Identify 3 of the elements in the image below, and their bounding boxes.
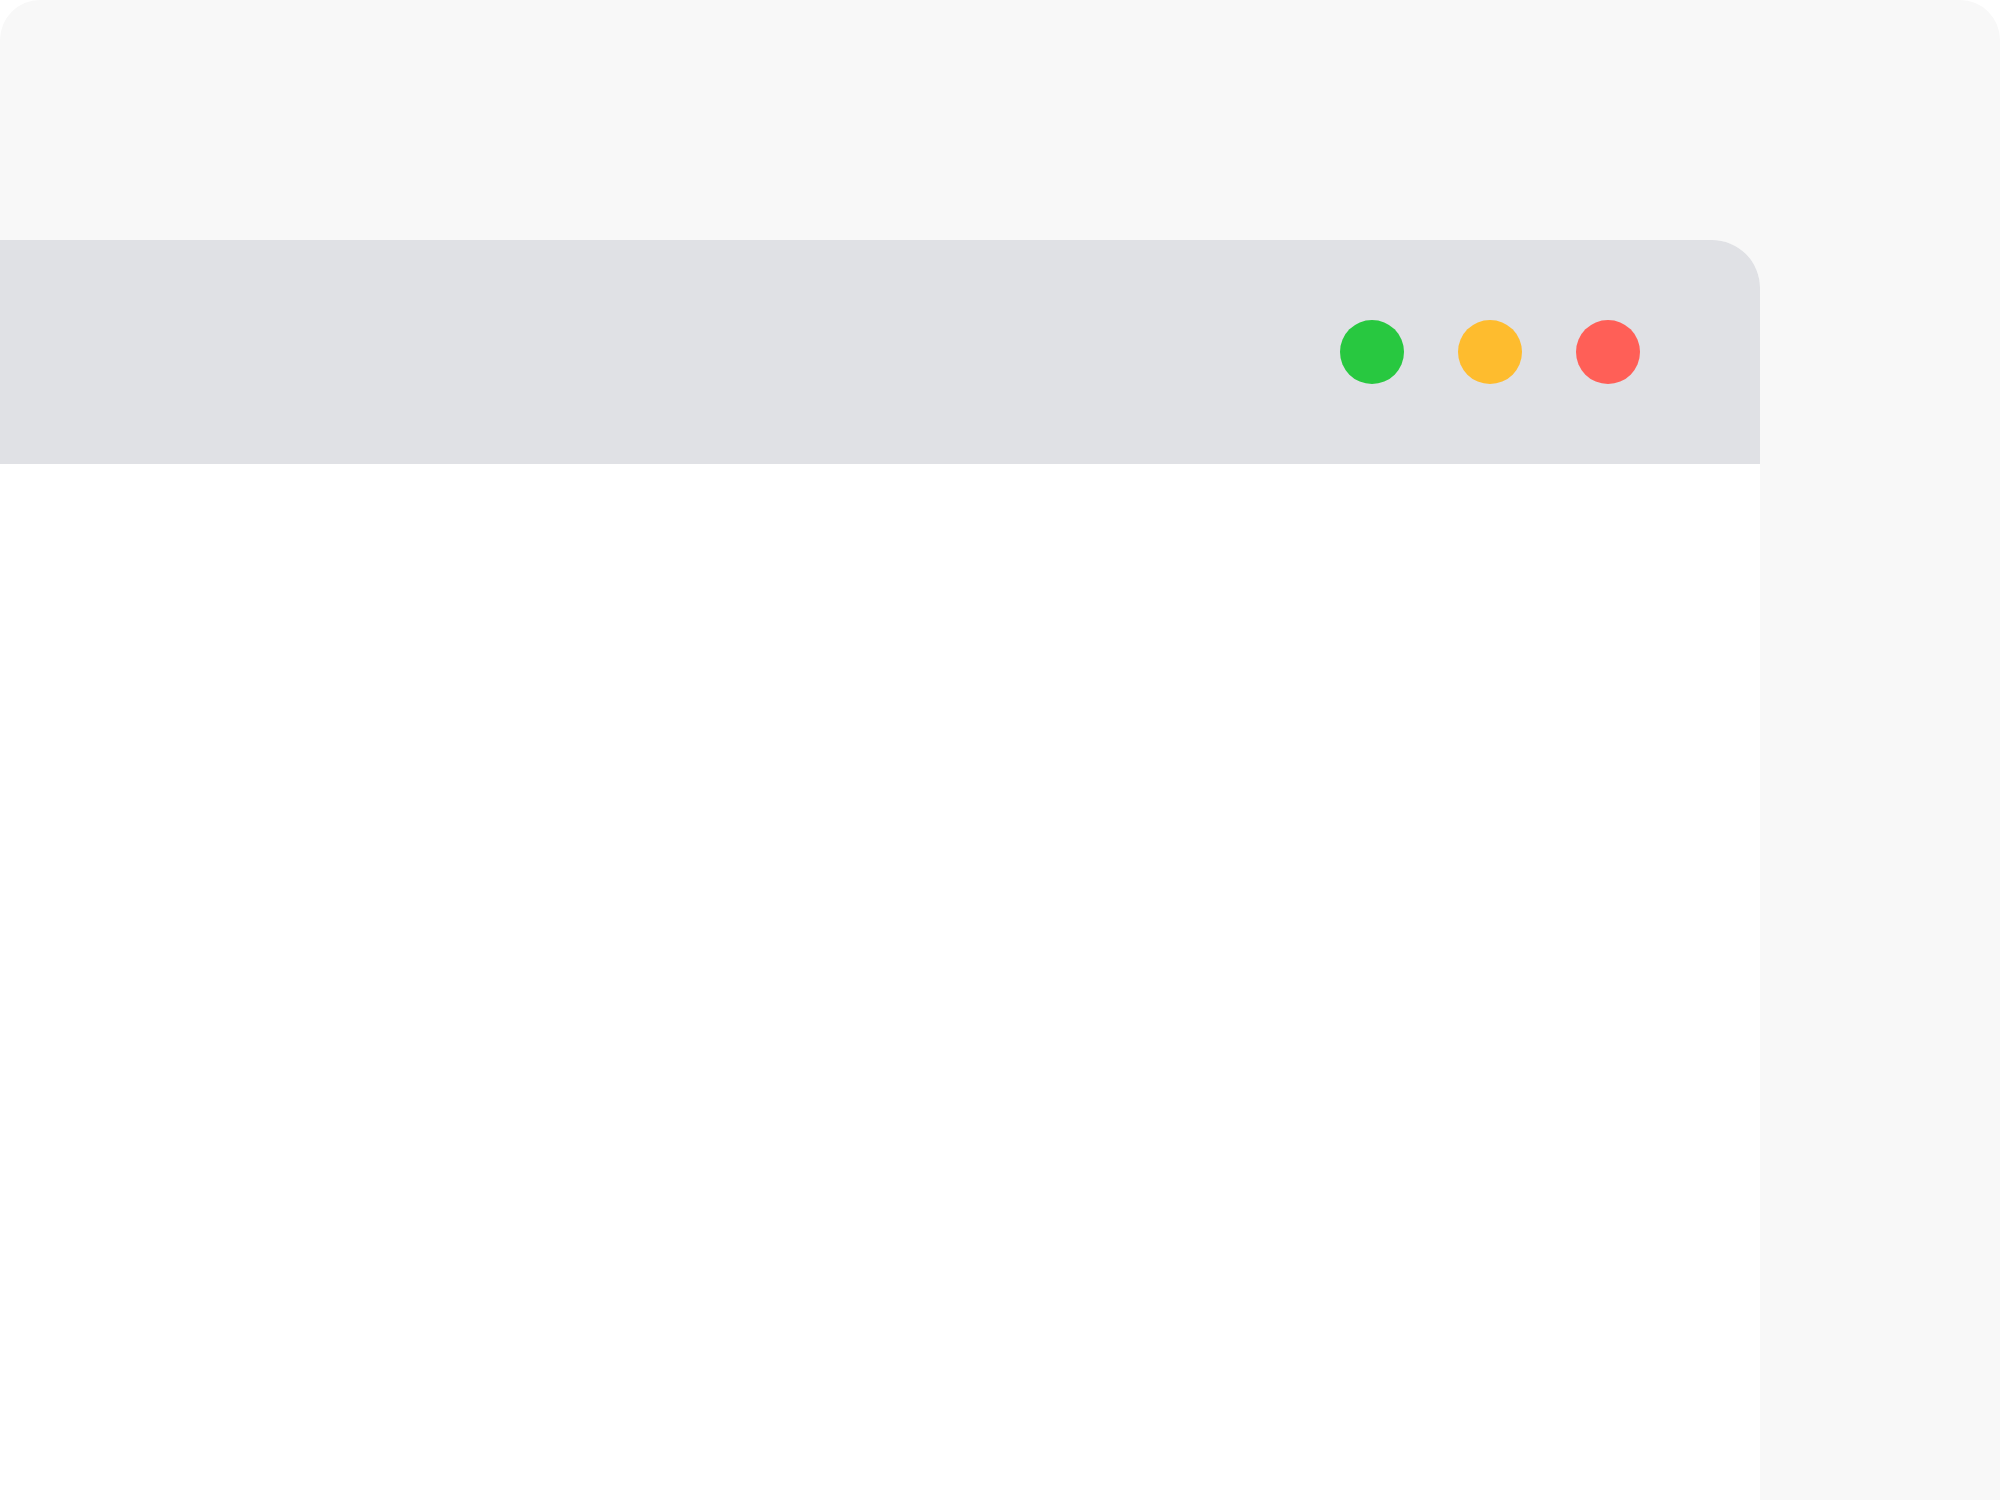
window-control-button[interactable] bbox=[1340, 320, 1404, 384]
window-control-button[interactable] bbox=[1576, 320, 1640, 384]
window-control-button[interactable] bbox=[1458, 320, 1522, 384]
